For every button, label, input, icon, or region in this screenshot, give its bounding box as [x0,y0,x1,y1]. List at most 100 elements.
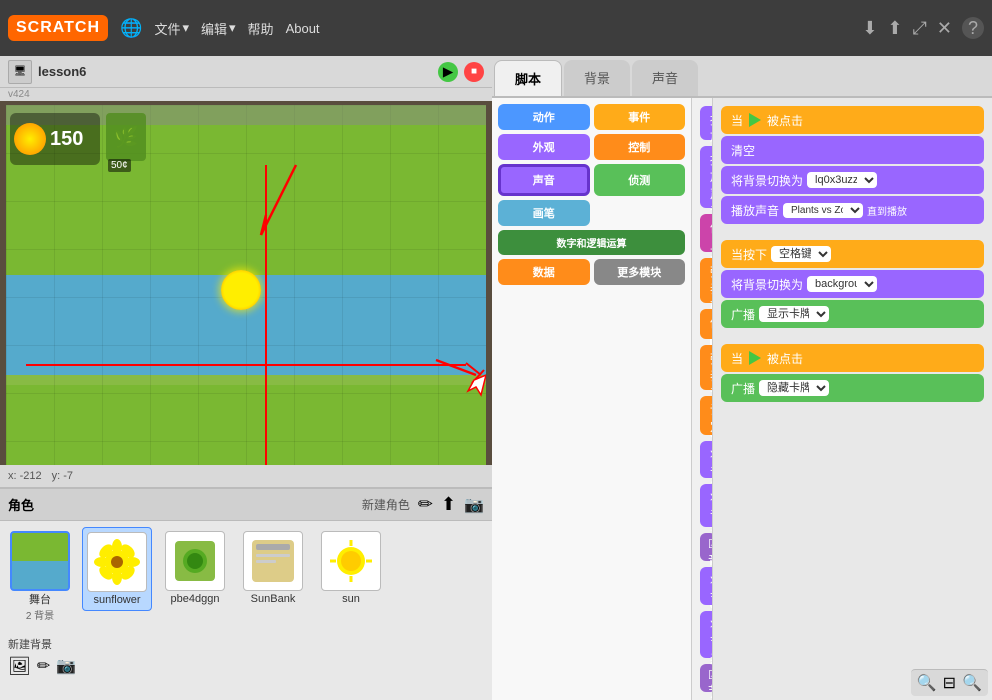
block-change-volume[interactable]: 将音量增加 [700,441,712,479]
sunflower-sprite-stage [221,270,261,310]
sprite-item-sunbank[interactable]: SunBank [238,527,308,609]
broadcast-select-1[interactable]: 显示卡牌角色 [759,306,829,322]
menu-file[interactable]: 文件 ▾ [154,19,189,38]
blocks-list: 播放声音 Plants vs Zombie1 播放声音 Plants vs Zo… [692,98,712,700]
flag-icon-2 [749,351,761,365]
sprite-name-sunflower: sunflower [93,594,140,606]
code-block-when-flag-2[interactable]: 当 被点击 [721,344,984,372]
new-sprite-label: 新建角色 [362,496,410,513]
sprite-cost-label: 50¢ [108,159,131,172]
backdrop-select-1[interactable]: lq0x3uzz [807,172,877,188]
blocks-palette: 动作 事件 外观 控制 声音 侦测 画笔 数字和逻辑运算 数据 更多模块 [492,98,692,700]
new-sprite-camera-icon[interactable]: 📷 [464,495,484,515]
code-group-2: 当按下 空格键 将背景切换为 background1 广播 显示卡牌角色 [721,240,984,328]
block-play-sound-2[interactable]: 播放声音 Plants vs Zombie1 直到播放完毕 [700,146,712,208]
menu-about[interactable]: About [286,21,320,36]
block-rest[interactable]: 停止 拍 [700,309,712,339]
category-control[interactable]: 控制 [594,134,686,160]
stage-title: lesson6 [38,64,432,79]
code-block-switch-backdrop-2[interactable]: 将背景切换为 background1 [721,270,984,298]
zoom-controls: 🔍 ⊟ 🔍 [911,669,988,696]
block-volume-reporter[interactable]: ☑ 音量 [700,533,712,561]
block-play-drum[interactable]: 弹奏鼓声 1 拍 [700,258,712,303]
download-icon[interactable]: ⬇ [862,18,877,39]
upload-icon[interactable]: ⬆ [887,18,902,39]
category-sensing[interactable]: 侦测 [594,164,686,196]
backdrop-camera-icon[interactable]: 📷 [56,656,76,677]
tab-sound[interactable]: 声音 [632,60,698,96]
block-play-note[interactable]: 弹奏音符 60 拍 [700,345,712,390]
code-group-1: 当 被点击 清空 将背景切换为 lq0x3uzz 播放声音 Plants vs … [721,106,984,224]
sprites-header: 角色 新建角色 ✏ ⬆ 📷 [0,489,492,521]
block-stop-sounds[interactable]: 停止所有声音 [700,214,712,252]
green-flag-button[interactable]: ▶ [438,62,458,82]
help-icon[interactable]: ? [962,17,984,39]
stage-canvas: 150 🌿 50¢ [6,105,486,465]
code-block-when-flag-1[interactable]: 当 被点击 [721,106,984,134]
category-events[interactable]: 事件 [594,104,686,130]
block-play-sound-1[interactable]: 播放声音 Plants vs Zombie1 [700,106,712,140]
code-block-clear[interactable]: 清空 [721,136,984,164]
menu-help[interactable]: 帮助 [248,19,274,38]
category-pen[interactable]: 画笔 [498,200,590,226]
backdrop-select-2[interactable]: background1 [807,276,877,292]
coord-x: x: -212 [8,470,42,482]
backdrop-draw-icon[interactable]: 🖼 [8,656,31,677]
coord-y: y: -7 [52,470,73,482]
tab-backdrop[interactable]: 背景 [564,60,630,96]
block-set-volume[interactable]: 将音量设定为 [700,484,712,526]
tab-script[interactable]: 脚本 [494,60,562,96]
stage-thumbnail [10,531,70,591]
stage-thumb-item[interactable]: 舞台 2 背景 [6,527,74,626]
code-group-3: 当 被点击 广播 隐藏卡牌角色 [721,344,984,402]
sprites-list: 舞台 2 背景 [0,521,492,632]
category-looks[interactable]: 外观 [498,134,590,160]
category-motion[interactable]: 动作 [498,104,590,130]
sprite-name-sunbank: SunBank [251,593,296,605]
stage-sub-label: 2 背景 [26,607,54,622]
sprite-item-sun[interactable]: sun [316,527,386,609]
sprites-panel: 角色 新建角色 ✏ ⬆ 📷 舞台 2 背景 [0,487,492,700]
globe-icon[interactable]: 🌐 [120,18,142,39]
code-sound-select[interactable]: Plants vs Zombie1 [783,203,863,218]
close-x-icon[interactable]: ✕ [937,18,952,39]
scratch-logo[interactable]: SCRATCH [8,15,108,41]
menu-edit[interactable]: 编辑 ▾ [201,19,236,38]
sprite-item-pbe4dggn[interactable]: pbe4dggn [160,527,230,609]
fullscreen-icon[interactable]: ⤢ [913,18,927,39]
block-tempo-reporter[interactable]: ☑ 节奏 [700,664,712,692]
new-sprite-upload-icon[interactable]: ⬆ [441,494,456,515]
code-block-broadcast-hide[interactable]: 广播 隐藏卡牌角色 [721,374,984,402]
category-more[interactable]: 更多模块 [594,259,686,285]
code-block-when-key[interactable]: 当按下 空格键 [721,240,984,268]
broadcast-select-2[interactable]: 隐藏卡牌角色 [759,380,829,396]
category-sound[interactable]: 声音 [498,164,590,196]
zoom-out-button[interactable]: 🔍 [917,673,937,693]
backdrop-upload-icon[interactable]: ✏ [37,656,50,677]
code-block-switch-backdrop-1[interactable]: 将背景切换为 lq0x3uzz [721,166,984,194]
sprite-thumb-pbe4dggn [165,531,225,591]
zoom-in-button[interactable]: 🔍 [962,673,982,693]
block-set-instrument[interactable]: 设定乐器为 1 [700,396,712,434]
peashooter-sprite-stage: 🌿 [106,113,146,161]
tabs: 脚本 背景 声音 [492,56,992,98]
key-select[interactable]: 空格键 [771,246,831,262]
category-data[interactable]: 数据 [498,259,590,285]
code-block-broadcast-show[interactable]: 广播 显示卡牌角色 [721,300,984,328]
sprites-label: 角色 [8,495,34,514]
new-backdrop-section: 新建背景 🖼 ✏ 📷 [0,632,492,681]
backdrop-actions: 🖼 ✏ 📷 [8,656,484,677]
stage-header: 🖥 lesson6 ▶ ■ [0,56,492,88]
version-label: v424 [0,88,492,101]
sprite-name-sun: sun [342,593,360,605]
zoom-reset-button[interactable]: ⊟ [943,673,956,693]
category-operators[interactable]: 数字和逻辑运算 [498,230,685,255]
stop-button[interactable]: ■ [464,62,484,82]
sprite-item-sunflower[interactable]: sunflower [82,527,152,611]
coord-bar: x: -212 y: -7 [0,465,492,487]
block-set-tempo[interactable]: 将节奏设定为 bpm [700,611,712,658]
block-change-tempo[interactable]: 将节奏加快 [700,567,712,605]
new-sprite-draw-icon[interactable]: ✏ [418,494,433,515]
stage-label: 舞台 [29,591,51,607]
code-block-play-sound-until[interactable]: 播放声音 Plants vs Zombie1 直到播放 [721,196,984,224]
